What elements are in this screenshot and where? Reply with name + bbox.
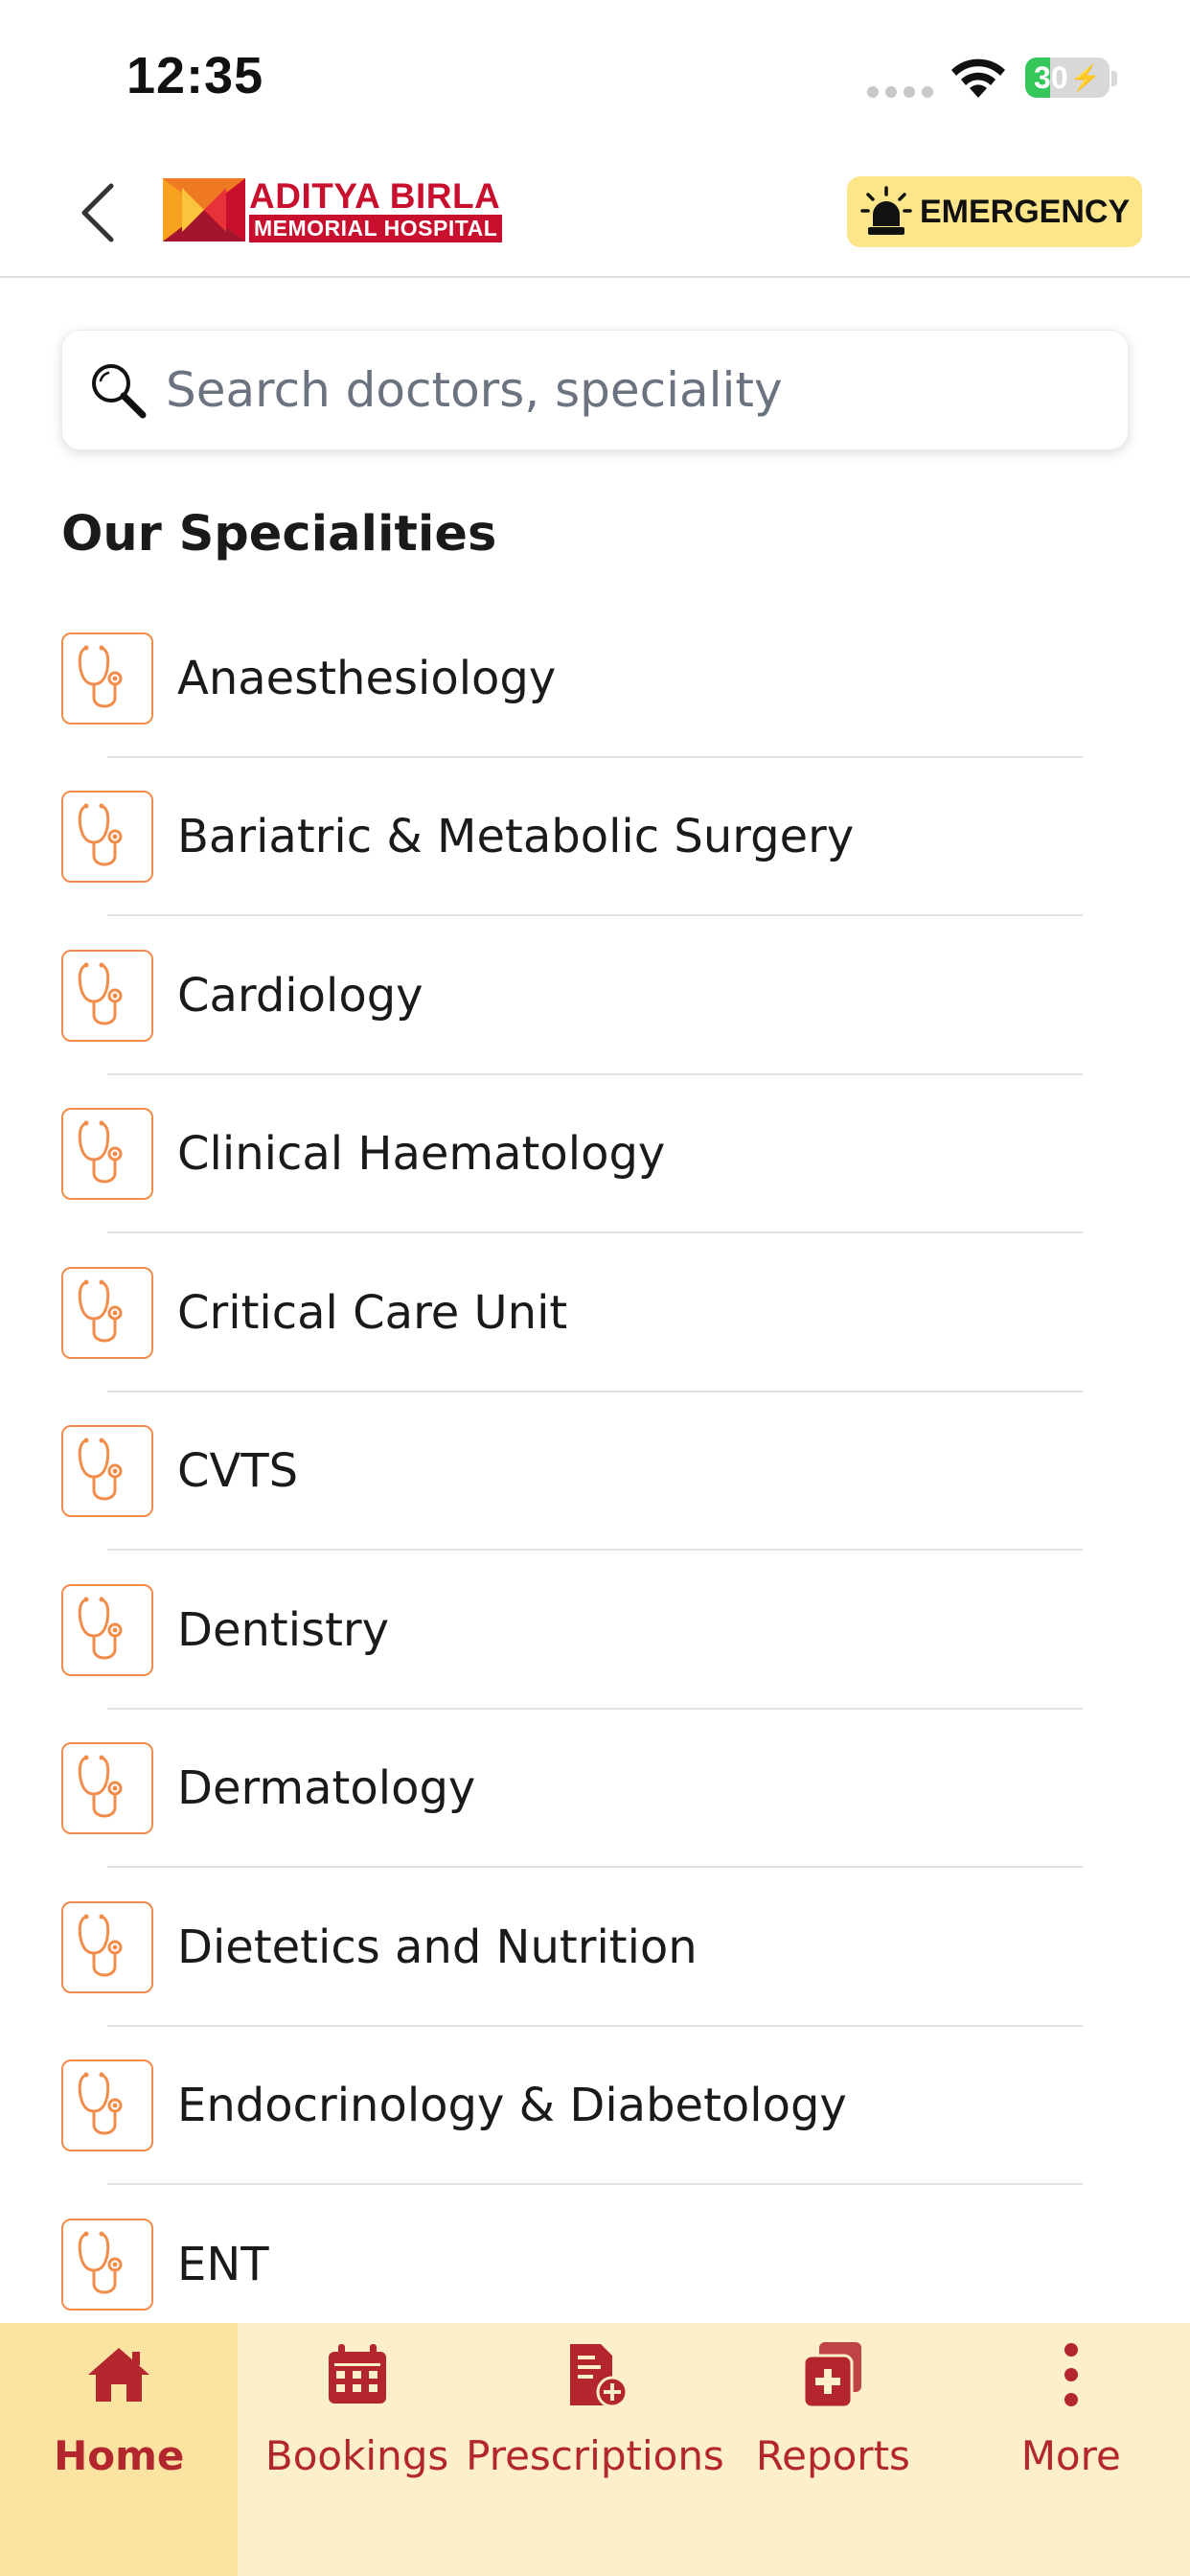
logo-title: ADITYA BIRLA — [249, 175, 501, 216]
speciality-icon-box — [61, 1900, 153, 1993]
speciality-item[interactable]: CVTS — [0, 1392, 1190, 1551]
back-button[interactable] — [59, 174, 136, 251]
speciality-icon-box — [61, 949, 153, 1042]
nav-label: Prescriptions — [466, 2432, 724, 2479]
stethoscope-icon — [78, 962, 123, 1025]
stethoscope-icon — [78, 645, 123, 708]
nav-more[interactable]: More — [952, 2323, 1190, 2576]
stethoscope-icon — [78, 1438, 123, 1501]
speciality-label: ENT — [177, 2237, 269, 2291]
search-icon — [92, 364, 147, 419]
specialities-list: Anaesthesiology Bariatric & Metabolic Sur… — [0, 599, 1190, 2344]
chevron-left-icon — [81, 183, 114, 242]
emergency-label: EMERGENCY — [920, 193, 1131, 230]
home-icon — [82, 2338, 155, 2415]
wifi-icon — [951, 58, 1005, 98]
more-vertical-icon — [1035, 2338, 1108, 2415]
speciality-item[interactable]: Clinical Haematology — [0, 1075, 1190, 1233]
nav-bookings[interactable]: Bookings — [238, 2323, 475, 2576]
speciality-item[interactable]: Dietetics and Nutrition — [0, 1868, 1190, 2027]
stethoscope-icon — [78, 2231, 123, 2294]
speciality-label: Anaesthesiology — [177, 651, 557, 705]
logo-subtitle: MEMORIAL HOSPITAL — [249, 214, 503, 242]
speciality-icon-box — [61, 1425, 153, 1518]
cellular-signal-icon — [867, 86, 933, 98]
battery-icon: 30 ⚡ — [1025, 58, 1110, 98]
nav-reports[interactable]: Reports — [714, 2323, 951, 2576]
speciality-label: Dentistry — [177, 1602, 390, 1657]
section-title: Our Specialities — [61, 506, 497, 563]
nav-label: Home — [54, 2432, 185, 2479]
stethoscope-icon — [78, 2072, 123, 2135]
prescription-icon — [559, 2338, 631, 2415]
speciality-label: Bariatric & Metabolic Surgery — [177, 810, 855, 864]
speciality-icon-box — [61, 2218, 153, 2311]
status-time: 12:35 — [126, 47, 264, 104]
speciality-icon-box — [61, 1742, 153, 1835]
speciality-item[interactable]: Dentistry — [0, 1551, 1190, 1710]
stethoscope-icon — [78, 1279, 123, 1343]
stethoscope-icon — [78, 1914, 123, 1977]
speciality-label: Critical Care Unit — [177, 1285, 568, 1340]
emergency-button[interactable]: EMERGENCY — [847, 176, 1142, 247]
calendar-icon — [321, 2338, 394, 2415]
speciality-item[interactable]: ENT — [0, 2185, 1190, 2344]
nav-label: More — [1020, 2432, 1121, 2479]
speciality-icon-box — [61, 791, 153, 884]
reports-icon — [796, 2338, 869, 2415]
hospital-logo: ADITYA BIRLA MEMORIAL HOSPITAL — [163, 175, 503, 243]
speciality-item[interactable]: Endocrinology & Diabetology — [0, 2027, 1190, 2185]
bottom-navigation: Home Bookings Prescriptions Reports More — [0, 2323, 1190, 2576]
speciality-item[interactable]: Bariatric & Metabolic Surgery — [0, 758, 1190, 916]
search-input[interactable] — [166, 362, 1086, 418]
battery-nub — [1111, 71, 1117, 86]
app-header: ADITYA BIRLA MEMORIAL HOSPITAL EMERGENCY — [0, 153, 1190, 278]
speciality-item[interactable]: Cardiology — [0, 916, 1190, 1075]
battery-level-text: 30 — [1034, 59, 1068, 95]
status-bar: 12:35 30 ⚡ — [0, 0, 1190, 153]
nav-label: Bookings — [264, 2432, 449, 2479]
speciality-icon-box — [61, 1583, 153, 1676]
speciality-icon-box — [61, 1266, 153, 1359]
speciality-icon-box — [61, 2059, 153, 2152]
stethoscope-icon — [78, 1597, 123, 1660]
speciality-label: Cardiology — [177, 968, 423, 1023]
stethoscope-icon — [78, 1755, 123, 1818]
speciality-icon-box — [61, 1108, 153, 1201]
nav-prescriptions[interactable]: Prescriptions — [466, 2323, 724, 2576]
speciality-item[interactable]: Critical Care Unit — [0, 1233, 1190, 1392]
speciality-label: Endocrinology & Diabetology — [177, 2079, 847, 2133]
stethoscope-icon — [78, 803, 123, 866]
siren-icon — [860, 186, 912, 235]
speciality-item[interactable]: Dermatology — [0, 1710, 1190, 1868]
speciality-label: Dermatology — [177, 1761, 476, 1816]
nav-home[interactable]: Home — [0, 2323, 239, 2576]
speciality-icon-box — [61, 632, 153, 724]
search-bar[interactable] — [61, 330, 1129, 450]
stethoscope-icon — [78, 1120, 123, 1184]
speciality-label: Dietetics and Nutrition — [177, 1920, 698, 1974]
logo-mark-icon — [163, 178, 245, 242]
speciality-item[interactable]: Anaesthesiology — [0, 599, 1190, 758]
speciality-label: CVTS — [177, 1444, 299, 1499]
speciality-label: Clinical Haematology — [177, 1127, 666, 1182]
nav-label: Reports — [755, 2432, 910, 2479]
